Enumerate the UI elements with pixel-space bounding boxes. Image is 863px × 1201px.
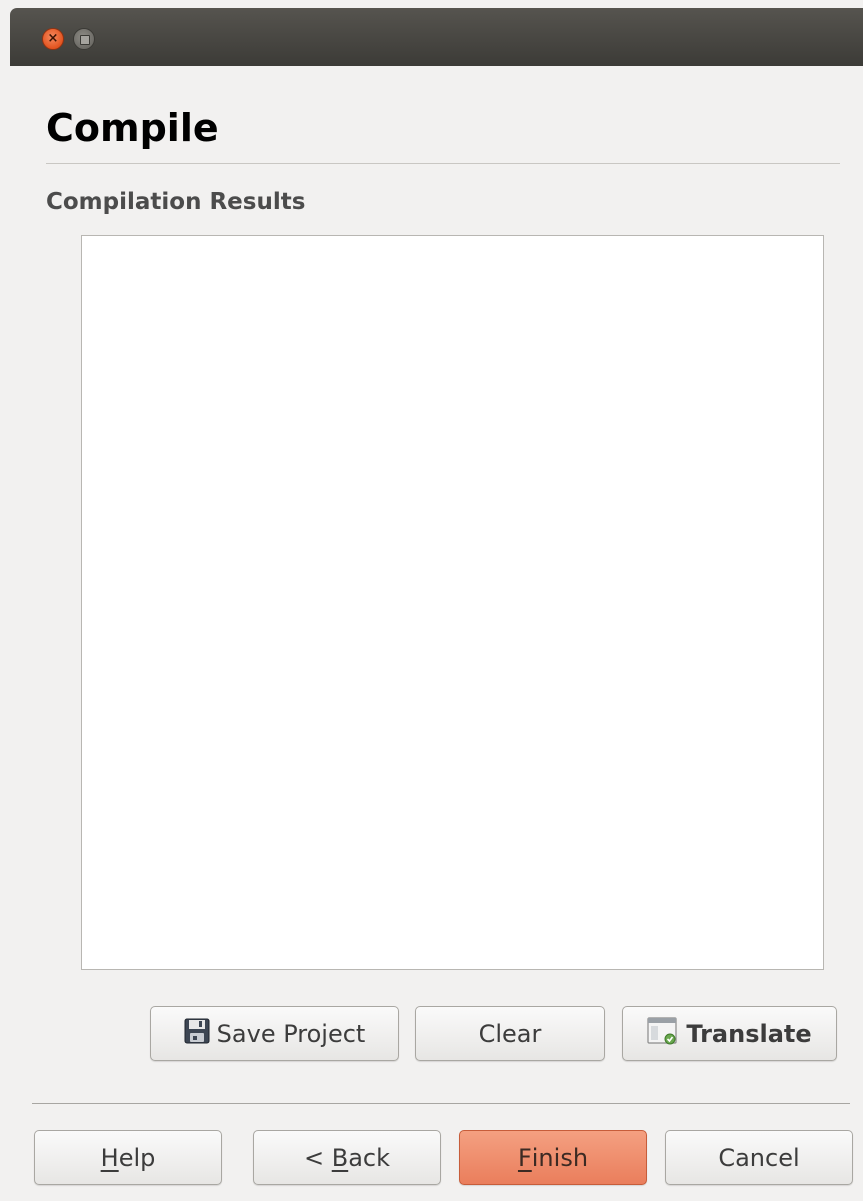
help-label-rest: elp (118, 1143, 156, 1172)
wizard-page: Compile Compilation Results Save Project… (10, 66, 863, 1201)
save-project-button[interactable]: Save Project (150, 1006, 399, 1061)
compilation-results-textarea[interactable] (81, 235, 824, 970)
translate-label: Translate (686, 1019, 812, 1048)
translate-window-icon (647, 1016, 679, 1052)
clear-label: Clear (478, 1019, 542, 1048)
clear-button[interactable]: Clear (415, 1006, 605, 1061)
cancel-button[interactable]: Cancel (665, 1130, 853, 1185)
title-divider (46, 163, 840, 164)
back-button[interactable]: < Back (253, 1130, 441, 1185)
back-label-rest: ack (348, 1143, 391, 1172)
floppy-disk-icon (184, 1018, 210, 1050)
translate-button[interactable]: Translate (622, 1006, 837, 1061)
finish-mnemonic: F (517, 1143, 532, 1172)
page-title: Compile (46, 106, 219, 150)
maximize-window-icon[interactable] (73, 28, 95, 50)
cancel-label: Cancel (718, 1143, 800, 1172)
help-mnemonic: H (100, 1143, 119, 1172)
help-button[interactable]: Help (34, 1130, 222, 1185)
back-mnemonic: B (331, 1143, 349, 1172)
window-titlebar[interactable]: × (10, 8, 863, 66)
finish-button[interactable]: Finish (459, 1130, 647, 1185)
button-bar-divider (32, 1103, 850, 1104)
back-prefix: < (303, 1143, 332, 1172)
close-window-icon[interactable]: × (42, 28, 64, 50)
compilation-results-label: Compilation Results (46, 189, 306, 215)
finish-label-rest: inish (531, 1143, 589, 1172)
save-project-label: Save Project (216, 1019, 366, 1048)
